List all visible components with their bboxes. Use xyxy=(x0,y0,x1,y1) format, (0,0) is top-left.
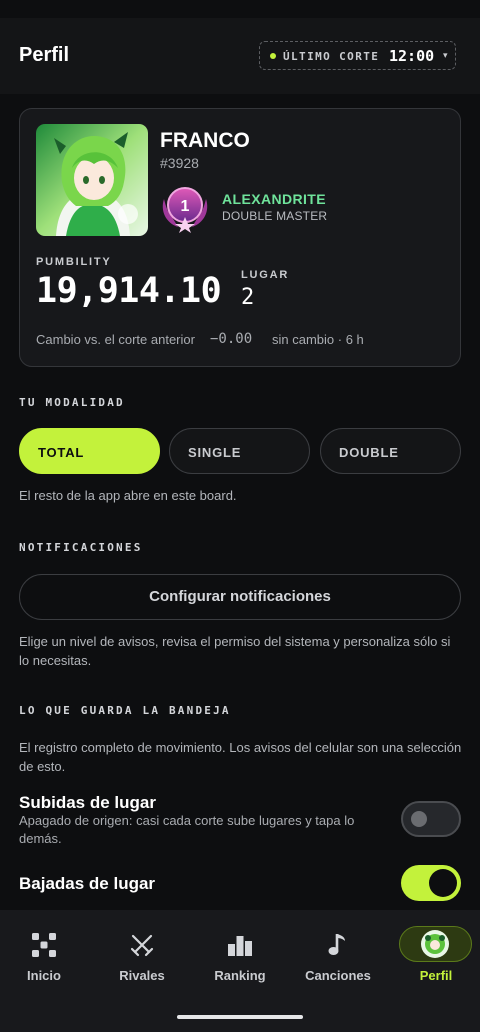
nav-label: Perfil xyxy=(419,968,453,983)
rank-name: ALEXANDRITE xyxy=(222,191,326,207)
nav-item-ranking[interactable]: Ranking xyxy=(192,910,288,1000)
mode-double-label: DOUBLE xyxy=(339,445,399,460)
mode-helper-text: El resto de la app abre en este board. xyxy=(19,488,237,503)
music-note-icon xyxy=(328,934,345,955)
change-status: sin cambio · 6 h xyxy=(272,332,364,347)
nav-item-inicio[interactable]: Inicio xyxy=(0,910,92,1000)
page-title: Perfil xyxy=(19,44,70,66)
rank-up-toggle-title: Subidas de lugar xyxy=(19,793,156,812)
nav-label: Canciones xyxy=(305,968,371,983)
notifications-helper-text: Elige un nivel de avisos, revisa el perm… xyxy=(19,634,451,668)
change-label: Cambio vs. el corte anterior xyxy=(36,332,195,347)
nav-label: Rivales xyxy=(119,968,165,983)
pumbility-value: 19,914.10 xyxy=(36,271,222,311)
cutoff-time: 12:00 xyxy=(389,47,435,65)
rank-down-toggle-title: Bajadas de lugar xyxy=(19,874,156,893)
notifications-section-label: NOTIFICACIONES xyxy=(19,541,143,554)
mode-single-label: SINGLE xyxy=(188,445,242,460)
cutoff-label: ÚLTIMO CORTE xyxy=(283,50,380,63)
rank-up-toggle[interactable] xyxy=(401,801,461,837)
rank-up-toggle-desc: Apagado de origen: casi cada corte sube … xyxy=(19,813,355,846)
user-name: FRANCO xyxy=(160,129,250,152)
pumbility-label: PUMBILITY xyxy=(36,256,112,268)
nav-label: Inicio xyxy=(27,968,61,983)
mode-double-button[interactable]: DOUBLE xyxy=(320,428,461,474)
mode-total-label: TOTAL xyxy=(38,445,85,460)
nav-item-rivales[interactable]: Rivales xyxy=(94,910,190,1000)
app-header: Perfil ÚLTIMO CORTE 12:00 ▾ xyxy=(0,18,480,94)
status-bar xyxy=(0,0,480,18)
svg-text:1: 1 xyxy=(181,198,190,215)
toggle-knob xyxy=(411,811,427,827)
home-indicator xyxy=(177,1015,303,1019)
live-dot-icon xyxy=(270,53,276,59)
rank-badge-icon: 1 xyxy=(158,181,212,233)
grid-dots-icon xyxy=(32,933,56,957)
nav-item-perfil[interactable]: Perfil xyxy=(388,910,480,1000)
bottom-nav: Inicio Rivales Ranking Canciones Perfil xyxy=(0,910,480,1032)
cutoff-selector[interactable]: ÚLTIMO CORTE 12:00 ▾ xyxy=(259,41,456,70)
avatar xyxy=(36,124,148,236)
rank-tier: DOUBLE MASTER xyxy=(222,209,328,223)
user-tag: #3928 xyxy=(160,155,199,171)
tray-helper-text: El registro completo de movimiento. Los … xyxy=(19,740,462,774)
place-label: LUGAR xyxy=(241,269,290,281)
nav-label: Ranking xyxy=(214,968,266,983)
profile-card: FRANCO #3928 1 ALEXANDRITE DOUBLE MASTER… xyxy=(19,108,461,367)
mode-section-label: TU MODALIDAD xyxy=(19,396,125,409)
crossed-swords-icon xyxy=(130,934,154,957)
change-value: −0.00 xyxy=(210,331,253,347)
tray-section-label: LO QUE GUARDA LA BANDEJA xyxy=(19,704,231,717)
rank-down-toggle[interactable] xyxy=(401,865,461,901)
toggle-knob xyxy=(429,869,457,897)
configure-notifications-button[interactable]: Configurar notificaciones xyxy=(19,574,461,620)
place-value: 2 xyxy=(241,285,255,310)
mode-total-button[interactable]: TOTAL xyxy=(19,428,160,474)
podium-icon xyxy=(228,936,252,956)
chevron-down-icon: ▾ xyxy=(443,50,448,60)
nav-item-canciones[interactable]: Canciones xyxy=(290,910,386,1000)
mode-single-button[interactable]: SINGLE xyxy=(169,428,310,474)
